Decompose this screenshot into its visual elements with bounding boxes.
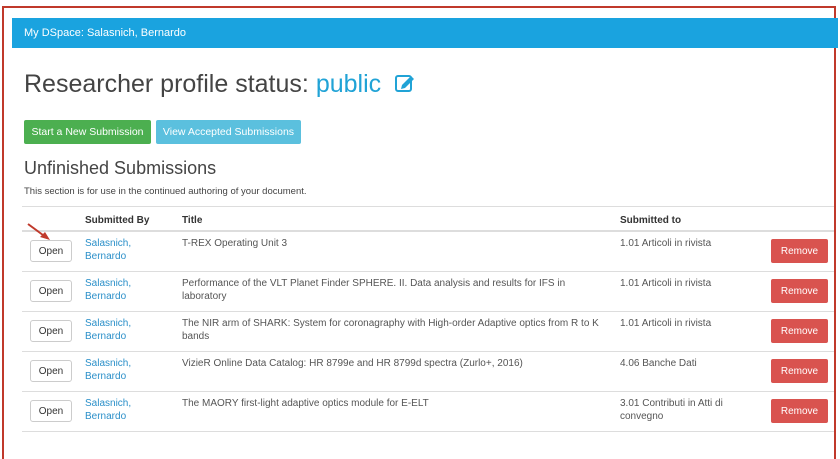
open-button[interactable]: Open: [30, 320, 72, 342]
view-accepted-submissions-button[interactable]: View Accepted Submissions: [156, 120, 301, 144]
table-row: Open Salasnich, Bernardo VizieR Online D…: [22, 352, 834, 392]
submitter-link[interactable]: Salasnich, Bernardo: [85, 237, 165, 263]
section-title: Unfinished Submissions: [24, 158, 217, 178]
open-button[interactable]: Open: [30, 360, 72, 382]
profile-status-value[interactable]: public: [316, 70, 381, 98]
submitted-to: 1.01 Articoli in rivista: [620, 318, 712, 329]
submitter-link[interactable]: Salasnich, Bernardo: [85, 277, 165, 303]
submission-title: The NIR arm of SHARK: System for coronag…: [182, 318, 599, 342]
submitted-to: 1.01 Articoli in rivista: [620, 278, 712, 289]
remove-button[interactable]: Remove: [771, 399, 828, 423]
edit-icon[interactable]: [394, 71, 416, 100]
remove-button[interactable]: Remove: [771, 239, 828, 263]
submission-title: The MAORY first-light adaptive optics mo…: [182, 398, 429, 409]
submitter-link[interactable]: Salasnich, Bernardo: [85, 357, 165, 383]
unfinished-submissions-table: Submitted By Title Submitted to Open Sal…: [22, 206, 834, 432]
profile-status-heading: Researcher profile status: public: [24, 70, 416, 100]
remove-button[interactable]: Remove: [771, 279, 828, 303]
submitter-link[interactable]: Salasnich, Bernardo: [85, 317, 165, 343]
header-title: Title: [182, 215, 203, 226]
table-row: Open Salasnich, Bernardo The MAORY first…: [22, 392, 834, 432]
submission-title: T-REX Operating Unit 3: [182, 238, 288, 249]
submission-title: Performance of the VLT Planet Finder SPH…: [182, 278, 566, 302]
topbar-title: My DSpace: Salasnich, Bernardo: [24, 27, 187, 39]
submitted-to: 4.06 Banche Dati: [620, 358, 697, 369]
section-description: This section is for use in the continued…: [24, 186, 307, 197]
remove-button[interactable]: Remove: [771, 359, 828, 383]
submitted-to: 3.01 Contributi in Atti di convegno: [620, 398, 723, 422]
profile-status-label: Researcher profile status:: [24, 70, 309, 98]
header-submitted-by: Submitted By: [85, 215, 150, 226]
submitted-to: 1.01 Articoli in rivista: [620, 238, 712, 249]
open-button[interactable]: Open: [30, 280, 72, 302]
header-submitted-to: Submitted to: [620, 215, 682, 226]
remove-button[interactable]: Remove: [771, 319, 828, 343]
topbar: My DSpace: Salasnich, Bernardo: [12, 18, 838, 48]
submission-title: VizieR Online Data Catalog: HR 8799e and…: [182, 358, 523, 369]
submitter-link[interactable]: Salasnich, Bernardo: [85, 397, 165, 423]
table-row: Open Salasnich, Bernardo The NIR arm of …: [22, 312, 834, 352]
open-button[interactable]: Open: [30, 400, 72, 422]
table-header: Submitted By Title Submitted to: [22, 206, 834, 232]
start-new-submission-button[interactable]: Start a New Submission: [24, 120, 151, 144]
table-row: Open Salasnich, Bernardo T-REX Operating…: [22, 232, 834, 272]
table-row: Open Salasnich, Bernardo Performance of …: [22, 272, 834, 312]
annotation-arrow-icon: [26, 222, 52, 247]
